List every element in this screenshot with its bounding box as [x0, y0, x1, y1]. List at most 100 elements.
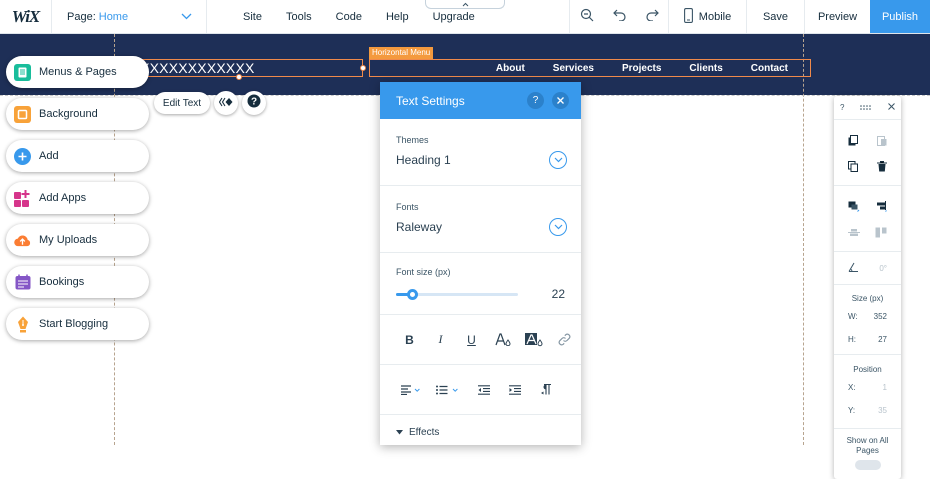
x-value[interactable]: 1 [883, 383, 887, 392]
drag-handle-icon[interactable] [860, 103, 872, 112]
y-value[interactable]: 35 [878, 406, 887, 415]
horizontal-menu-tag: Horizontal Menu [369, 47, 434, 59]
fonts-dropdown-button[interactable] [549, 218, 567, 236]
effects-label: Effects [409, 427, 440, 438]
left-menu-label: Add [39, 150, 59, 162]
panel-close-button[interactable] [552, 92, 569, 109]
page-selector[interactable]: Page: Home [52, 0, 207, 33]
inspector-help-button[interactable]: ? [840, 103, 844, 112]
menu-item-clients[interactable]: Clients [675, 63, 736, 74]
width-label: W: [848, 312, 858, 321]
width-value[interactable]: 352 [874, 312, 887, 321]
align-left-icon [401, 384, 420, 395]
left-menu-my-uploads[interactable]: My Uploads [6, 224, 149, 256]
menu-item-about[interactable]: About [482, 63, 539, 74]
text-format-toolbar: B I U [380, 315, 581, 365]
increase-indent-button[interactable] [499, 380, 530, 400]
edit-text-button[interactable]: Edit Text [154, 92, 210, 114]
redo-icon [645, 9, 659, 24]
panel-help-button[interactable]: ? [527, 92, 544, 109]
resize-handle-bottom[interactable] [236, 74, 242, 80]
underline-button[interactable]: U [456, 330, 487, 350]
close-icon[interactable] [888, 103, 895, 112]
font-size-slider[interactable] [396, 289, 518, 300]
zoom-out-icon [580, 8, 594, 25]
top-nav: Site Tools Code Help Upgrade [207, 0, 570, 33]
left-menu-label: Add Apps [39, 192, 87, 204]
menu-item-projects[interactable]: Projects [608, 63, 675, 74]
page-selector-label: Page: [67, 10, 96, 23]
page-selector-value: Home [98, 10, 129, 23]
duplicate-icon[interactable] [848, 160, 858, 174]
pen-icon [14, 316, 31, 333]
left-menu-add[interactable]: Add [6, 140, 149, 172]
mobile-icon [683, 7, 693, 26]
redo-button[interactable] [636, 0, 669, 33]
left-menu-label: Start Blogging [39, 318, 109, 330]
fonts-section: Fonts Raleway [380, 186, 581, 253]
menu-item-services[interactable]: Services [539, 63, 608, 74]
list-dropdown[interactable] [428, 380, 468, 400]
wix-logo[interactable]: WiX [0, 0, 52, 33]
link-button[interactable] [549, 330, 580, 350]
nav-help[interactable]: Help [374, 0, 421, 33]
mobile-label: Mobile [698, 10, 732, 23]
show-on-all-pages-label: Show on All Pages [846, 436, 889, 455]
left-menu-bookings[interactable]: Bookings [6, 266, 149, 298]
delete-icon[interactable] [877, 160, 887, 174]
menu-item-contact[interactable]: Contact [737, 63, 802, 74]
themes-dropdown-value[interactable]: Heading 1 [396, 153, 451, 167]
zoom-button[interactable] [570, 0, 603, 33]
font-size-slider-knob[interactable] [406, 289, 418, 300]
decrease-indent-button[interactable] [468, 380, 499, 400]
rotate-icon [848, 262, 859, 274]
animation-button[interactable] [214, 91, 238, 115]
background-icon [14, 105, 31, 123]
left-menu-start-blogging[interactable]: Start Blogging [6, 308, 149, 340]
resize-handle-right[interactable] [360, 65, 366, 71]
rotation-value[interactable]: 0° [879, 264, 887, 273]
chevron-down-icon [554, 224, 562, 230]
highlight-button[interactable] [518, 330, 549, 350]
copy-icon[interactable] [848, 134, 858, 148]
text-color-button[interactable] [487, 330, 518, 350]
effects-section-toggle[interactable]: Effects [396, 427, 439, 438]
themes-dropdown-button[interactable] [549, 151, 567, 169]
align-icon[interactable] [875, 200, 887, 214]
fonts-dropdown-value[interactable]: Raleway [396, 220, 442, 234]
distribute-icon[interactable] [848, 227, 860, 240]
left-menu-label: My Uploads [39, 234, 98, 246]
height-value[interactable]: 27 [878, 335, 887, 344]
panel-title: Text Settings [396, 93, 465, 108]
alignment-dropdown[interactable] [394, 380, 428, 400]
show-on-all-pages-toggle[interactable] [854, 460, 881, 470]
collapse-topbar-tab[interactable] [425, 0, 505, 9]
horizontal-menu[interactable]: About Services Projects Clients Contact [369, 59, 811, 77]
nav-code[interactable]: Code [324, 0, 374, 33]
left-menu-background[interactable]: Background [6, 98, 149, 130]
nav-site[interactable]: Site [231, 0, 274, 33]
left-menu-add-apps[interactable]: Add Apps [6, 182, 149, 214]
preview-button[interactable]: Preview [805, 0, 870, 33]
nav-tools[interactable]: Tools [274, 0, 324, 33]
left-menu-menus-pages[interactable]: Menus & Pages [6, 56, 149, 88]
undo-button[interactable] [603, 0, 636, 33]
inspector-rotate-section: 0° [834, 252, 901, 285]
font-size-value[interactable]: 22 [552, 287, 565, 301]
arrange-icon[interactable] [848, 201, 860, 214]
paste-icon[interactable] [877, 135, 887, 148]
mobile-toggle-button[interactable]: Mobile [669, 0, 747, 33]
text-direction-button[interactable] [530, 380, 561, 400]
match-size-icon[interactable] [875, 227, 887, 240]
italic-button[interactable]: I [425, 330, 456, 350]
undo-icon [612, 9, 627, 24]
inspector-panel: ? 0° Size (px) W: 352 H: 27 Position X: … [834, 96, 901, 479]
element-help-button[interactable]: ? [242, 91, 266, 115]
bold-button[interactable]: B [394, 330, 425, 350]
link-icon [558, 333, 571, 346]
publish-button[interactable]: Publish [870, 0, 930, 33]
paragraph-toolbar [380, 365, 581, 415]
themes-section: Themes Heading 1 [380, 119, 581, 186]
save-button[interactable]: Save [747, 0, 805, 33]
indent-icon [508, 384, 521, 395]
